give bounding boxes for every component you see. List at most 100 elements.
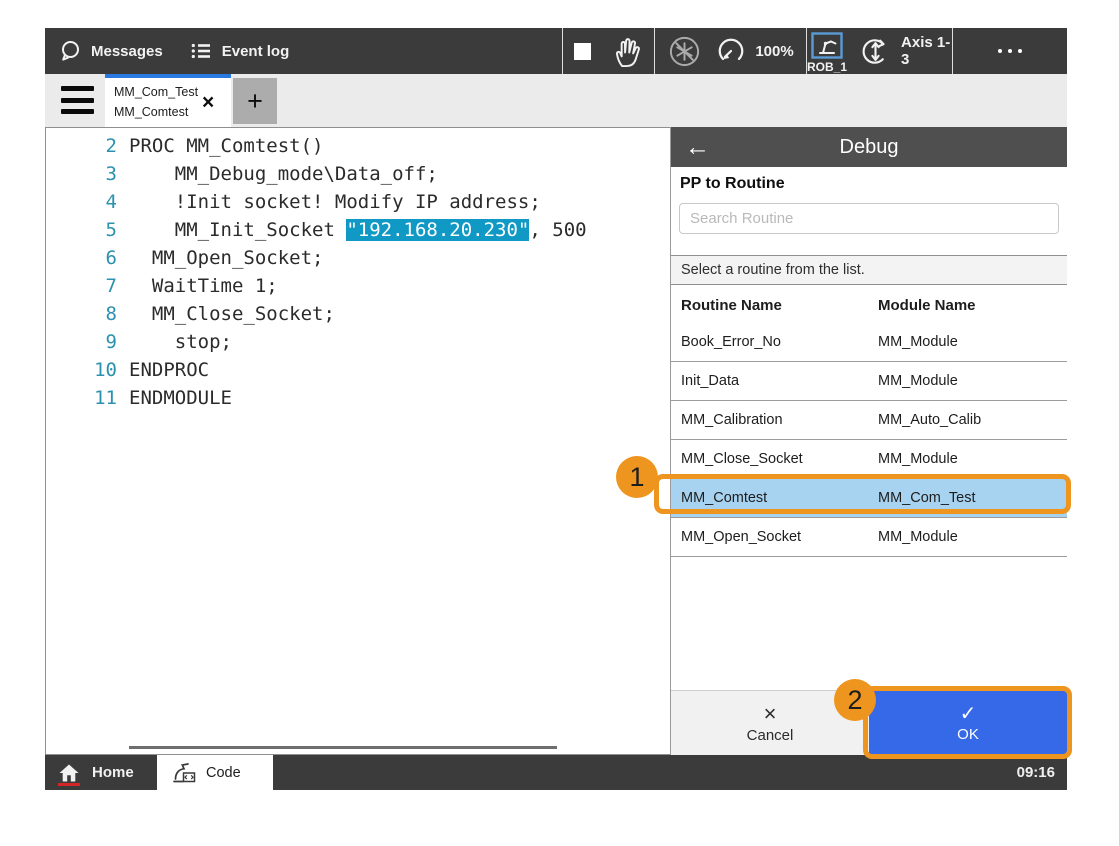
- selected-text[interactable]: "192.168.20.230": [346, 219, 529, 241]
- module-name-cell: MM_Com_Test: [878, 490, 976, 506]
- hand-icon[interactable]: [611, 34, 644, 69]
- motor-speed-section: 100%: [654, 28, 806, 74]
- home-icon: [58, 763, 80, 783]
- chat-bubble-icon: [58, 39, 82, 63]
- routine-row[interactable]: Book_Error_NoMM_Module: [671, 323, 1067, 362]
- arrow-left-icon[interactable]: ←: [685, 135, 710, 160]
- line-number: 9: [46, 328, 129, 356]
- routine-name-cell: MM_Calibration: [671, 412, 878, 428]
- routine-list-hint: Select a routine from the list.: [671, 255, 1067, 285]
- line-text: MM_Debug_mode\Data_off;: [129, 160, 438, 188]
- cancel-button[interactable]: × Cancel: [671, 691, 869, 755]
- axis-label: Axis 1-3: [901, 34, 952, 68]
- new-tab-button[interactable]: +: [233, 78, 277, 124]
- routine-name-column-header: Routine Name: [671, 297, 878, 314]
- line-number: 8: [46, 300, 129, 328]
- code-tab-label: Code: [206, 765, 241, 781]
- app-window: Messages Event log 100%: [45, 28, 1067, 790]
- debug-panel-title: Debug: [840, 136, 899, 159]
- line-number: 6: [46, 244, 129, 272]
- event-log-label: Event log: [222, 43, 290, 60]
- dialog-footer: × Cancel ✓ OK: [671, 690, 1067, 755]
- home-label: Home: [92, 764, 134, 781]
- menu-hamburger-button[interactable]: [61, 86, 94, 114]
- line-number: 10: [46, 356, 129, 384]
- line-text: MM_Init_Socket "192.168.20.230", 500: [129, 216, 587, 244]
- routine-list: Book_Error_NoMM_ModuleInit_DataMM_Module…: [671, 323, 1067, 557]
- rob1-label: ROB_1: [807, 60, 847, 74]
- line-text: MM_Open_Socket;: [129, 244, 323, 272]
- rob1-selector[interactable]: ROB_1: [807, 32, 847, 74]
- speed-value: 100%: [755, 43, 793, 60]
- routine-name-cell: MM_Open_Socket: [671, 529, 878, 545]
- routine-name-cell: MM_Comtest: [671, 490, 878, 506]
- module-name-cell: MM_Module: [878, 529, 958, 545]
- tab-labels: MM_Com_Test MM_Comtest: [105, 83, 202, 122]
- debug-panel: ← Debug PP to Routine Select a routine f…: [670, 127, 1067, 755]
- line-number: 3: [46, 160, 129, 188]
- ellipsis-icon: [998, 49, 1002, 53]
- messages-button[interactable]: Messages: [58, 39, 163, 63]
- ok-button[interactable]: ✓ OK: [869, 691, 1067, 755]
- run-control-section: [562, 28, 654, 74]
- debug-panel-header: ← Debug: [671, 127, 1067, 167]
- code-tab[interactable]: Code: [157, 755, 273, 790]
- clock: 09:16: [1017, 755, 1055, 790]
- module-name-cell: MM_Module: [878, 451, 958, 467]
- messages-label: Messages: [91, 43, 163, 60]
- routine-row[interactable]: MM_CalibrationMM_Auto_Calib: [671, 401, 1067, 440]
- motors-off-icon[interactable]: [667, 34, 702, 69]
- routine-row[interactable]: MM_ComtestMM_Com_Test: [671, 479, 1067, 518]
- x-icon: ×: [764, 703, 777, 725]
- document-tab-bar: MM_Com_Test MM_Comtest × +: [45, 74, 1067, 127]
- speedometer-icon: [716, 36, 746, 66]
- check-icon: ✓: [960, 704, 977, 724]
- line-number: 11: [46, 384, 129, 412]
- search-routine-input[interactable]: [679, 203, 1059, 234]
- routine-name-cell: MM_Close_Socket: [671, 451, 878, 467]
- robot-arm-icon: [811, 32, 843, 59]
- close-icon[interactable]: ×: [202, 92, 214, 113]
- more-menu-button[interactable]: [952, 28, 1067, 74]
- routine-table-header: Routine Name Module Name: [671, 287, 1067, 323]
- routine-row[interactable]: MM_Open_SocketMM_Module: [671, 518, 1067, 557]
- routine-name-cell: Init_Data: [671, 373, 878, 389]
- axis-rotate-icon: [859, 35, 892, 68]
- line-text: !Init socket! Modify IP address;: [129, 188, 541, 216]
- line-text: stop;: [129, 328, 232, 356]
- line-text: ENDPROC: [129, 356, 209, 384]
- pp-to-routine-title: PP to Routine: [680, 175, 785, 193]
- motion-mode-selector[interactable]: Axis 1-3: [859, 34, 952, 68]
- ok-label: OK: [957, 726, 979, 743]
- line-text: MM_Close_Socket;: [129, 300, 335, 328]
- routine-row[interactable]: Init_DataMM_Module: [671, 362, 1067, 401]
- routine-name-cell: Book_Error_No: [671, 334, 878, 350]
- robot-code-icon: [171, 760, 197, 785]
- bottom-taskbar: Home Code 09:16: [45, 755, 1067, 790]
- speed-indicator[interactable]: 100%: [716, 36, 793, 66]
- top-status-bar: Messages Event log 100%: [45, 28, 1067, 74]
- line-text: ENDMODULE: [129, 384, 232, 412]
- tab-routine-name: MM_Comtest: [114, 103, 202, 122]
- bullet-list-icon: [189, 39, 213, 63]
- line-number: 2: [46, 132, 129, 160]
- module-name-cell: MM_Module: [878, 334, 958, 350]
- line-number: 4: [46, 188, 129, 216]
- horizontal-scrollbar[interactable]: [129, 746, 557, 749]
- tab-mm-comtest[interactable]: MM_Com_Test MM_Comtest ×: [105, 74, 231, 127]
- event-log-button[interactable]: Event log: [189, 39, 290, 63]
- routine-row[interactable]: MM_Close_SocketMM_Module: [671, 440, 1067, 479]
- home-active-indicator: [58, 783, 80, 786]
- mechanical-unit-section: ROB_1 Axis 1-3: [806, 28, 952, 74]
- topbar-left-group: Messages Event log: [45, 28, 562, 74]
- cancel-label: Cancel: [747, 727, 794, 744]
- line-number: 7: [46, 272, 129, 300]
- line-number: 5: [46, 216, 129, 244]
- stop-square-icon[interactable]: [574, 43, 591, 60]
- module-name-column-header: Module Name: [878, 297, 976, 314]
- tab-module-name: MM_Com_Test: [114, 83, 202, 102]
- line-text: WaitTime 1;: [129, 272, 278, 300]
- line-text: PROC MM_Comtest(): [129, 132, 323, 160]
- module-name-cell: MM_Module: [878, 373, 958, 389]
- module-name-cell: MM_Auto_Calib: [878, 412, 981, 428]
